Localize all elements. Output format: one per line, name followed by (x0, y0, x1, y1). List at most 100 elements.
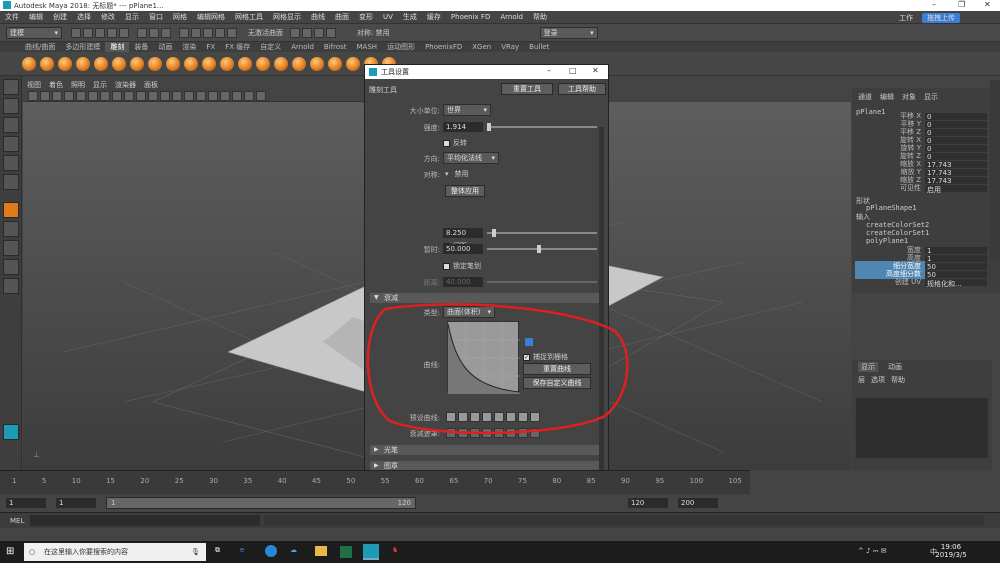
mel-input[interactable] (30, 515, 260, 526)
stroke-section-header[interactable]: ▶ 光笔 (370, 445, 600, 455)
input-node[interactable]: createColorSet2 (866, 221, 929, 229)
cloud-upload-button[interactable]: 拖拽上传 (922, 12, 960, 23)
shelf-tab[interactable]: Bifrost (319, 43, 352, 51)
attr-value[interactable]: 1 (925, 246, 987, 255)
bookmark-icon[interactable] (52, 90, 62, 101)
invert-checkbox[interactable]: 反转 (443, 138, 467, 148)
snap-surface-icon[interactable] (227, 27, 237, 38)
menu-item[interactable]: 帮助 (528, 12, 552, 22)
single-view-icon[interactable] (3, 221, 19, 237)
animation-end-field[interactable]: 200 (678, 498, 718, 508)
checkbox-box[interactable] (443, 139, 450, 147)
smooth-brush-icon[interactable] (40, 56, 54, 71)
menu-item[interactable]: 生成 (398, 12, 422, 22)
spacing-field[interactable]: 8.250 (443, 228, 483, 238)
shelf-tab[interactable]: 动画 (153, 42, 177, 52)
sculpt-tool-icon[interactable] (3, 202, 19, 218)
input-node[interactable]: createColorSet1 (866, 229, 929, 237)
attr-value[interactable]: 0 (925, 152, 987, 161)
redo-icon[interactable] (119, 27, 129, 38)
layer-tab[interactable]: 动画 (888, 362, 902, 372)
menu-item[interactable]: 网格显示 (268, 12, 306, 22)
minimize-icon[interactable]: – (932, 0, 936, 9)
login-dropdown[interactable]: 登录 ▾ (539, 26, 598, 39)
viewport-menu-item[interactable]: 视图 (23, 80, 45, 90)
camera-select-icon[interactable] (28, 90, 38, 101)
grid-toggle-icon[interactable] (76, 90, 86, 101)
playback-start-field[interactable]: 1 (56, 498, 96, 508)
image-plane-icon[interactable] (64, 90, 74, 101)
minimize-icon[interactable]: – (547, 66, 551, 75)
channel-tab[interactable]: 对象 (902, 92, 916, 102)
menu-item[interactable]: 显示 (120, 12, 144, 22)
viewport-menu-item[interactable]: 着色 (45, 80, 67, 90)
attr-value[interactable]: 1 (925, 254, 987, 263)
layout-icon[interactable] (3, 259, 19, 275)
input-node[interactable]: polyPlane1 (866, 237, 908, 245)
field-chart-icon[interactable] (124, 90, 134, 101)
shape-name[interactable]: pPlaneShape1 (866, 204, 917, 212)
shelf-tab[interactable]: 自定义 (255, 42, 286, 52)
windows-start-icon[interactable]: ⊞ (6, 546, 17, 557)
shelf-tab[interactable]: FX 缓存 (220, 42, 255, 52)
strength-slider[interactable] (487, 123, 597, 131)
menu-item[interactable]: Arnold (495, 13, 528, 21)
tool-help-button[interactable]: 工具帮助 (558, 83, 606, 95)
shelf-tab[interactable]: XGen (467, 43, 496, 51)
system-clock[interactable]: 19:06 2019/3/5 (926, 543, 976, 559)
start-time-field[interactable]: 1 (6, 498, 46, 508)
menu-set-dropdown[interactable]: 建模 ▾ (6, 26, 62, 39)
open-scene-icon[interactable] (83, 27, 93, 38)
shelf-tab[interactable]: MASH (352, 43, 383, 51)
wireframe-icon[interactable] (148, 90, 158, 101)
attr-value[interactable]: 17.743 (925, 168, 987, 177)
shelf-tab[interactable]: FX (201, 43, 220, 51)
outliner-layout-icon[interactable] (3, 278, 19, 294)
browser-icon[interactable] (265, 545, 277, 557)
strength-field[interactable]: 1.914 (443, 122, 483, 132)
undo-icon[interactable] (107, 27, 117, 38)
taskbar-search[interactable]: ○ 在这里输入你要搜索的内容 🎙 (24, 543, 206, 561)
shelf-tab-sculpting[interactable]: 雕刻 (105, 42, 130, 52)
shelf-tab[interactable]: Bullet (524, 43, 554, 51)
range-slider[interactable]: 1 120 (106, 497, 416, 509)
lasso-tool-icon[interactable] (3, 98, 19, 114)
attr-value[interactable]: 0 (925, 120, 987, 129)
checkbox-box[interactable] (443, 262, 450, 270)
relax-brush-icon[interactable] (58, 56, 72, 71)
scrape-brush-icon[interactable] (220, 56, 234, 71)
size-unit-dropdown[interactable]: 世界 ▾ (443, 104, 491, 116)
snap-grid-icon[interactable] (179, 27, 189, 38)
fill-brush-icon[interactable] (238, 56, 252, 71)
viewport-menu-item[interactable]: 显示 (89, 80, 111, 90)
layer-list[interactable] (856, 398, 988, 458)
menu-item[interactable]: 曲面 (330, 12, 354, 22)
attr-value[interactable]: 17.743 (925, 160, 987, 169)
four-view-icon[interactable] (3, 240, 19, 256)
menu-item[interactable]: 网格 (168, 12, 192, 22)
snap-view-icon[interactable] (215, 27, 225, 38)
menu-item[interactable]: 窗口 (144, 12, 168, 22)
right-dock-tabs[interactable] (990, 80, 1000, 260)
shelf-tab[interactable]: 装备 (129, 42, 153, 52)
attr-value[interactable]: 0 (925, 128, 987, 137)
viewport-menu-item[interactable]: 渲染器 (111, 80, 140, 90)
shelf-tab[interactable]: 渲染 (177, 42, 201, 52)
tool-settings-titlebar[interactable]: 工具设置 – □ ✕ (365, 65, 608, 79)
knife-brush-icon[interactable] (256, 56, 270, 71)
film-gate-icon[interactable] (88, 90, 98, 101)
isolate-icon[interactable] (220, 90, 230, 101)
render-frame-icon[interactable] (302, 27, 312, 38)
time-slider[interactable]: 1 5 10 15 20 25 30 35 40 45 50 55 60 65 … (0, 470, 750, 494)
snap-curve-icon[interactable] (191, 27, 201, 38)
attr-value[interactable]: 0 (925, 136, 987, 145)
shelf-tab[interactable]: 多边形建模 (60, 42, 105, 52)
safe-action-icon[interactable] (136, 90, 146, 101)
new-scene-icon[interactable] (71, 27, 81, 38)
wax-brush-icon[interactable] (202, 56, 216, 71)
microphone-icon[interactable]: 🎙 (191, 548, 200, 556)
foamy-brush-icon[interactable] (130, 56, 144, 71)
select-component-icon[interactable] (161, 27, 171, 38)
maya-taskbar-icon[interactable] (363, 544, 379, 560)
layer-menu-item[interactable]: 选项 (871, 375, 885, 385)
